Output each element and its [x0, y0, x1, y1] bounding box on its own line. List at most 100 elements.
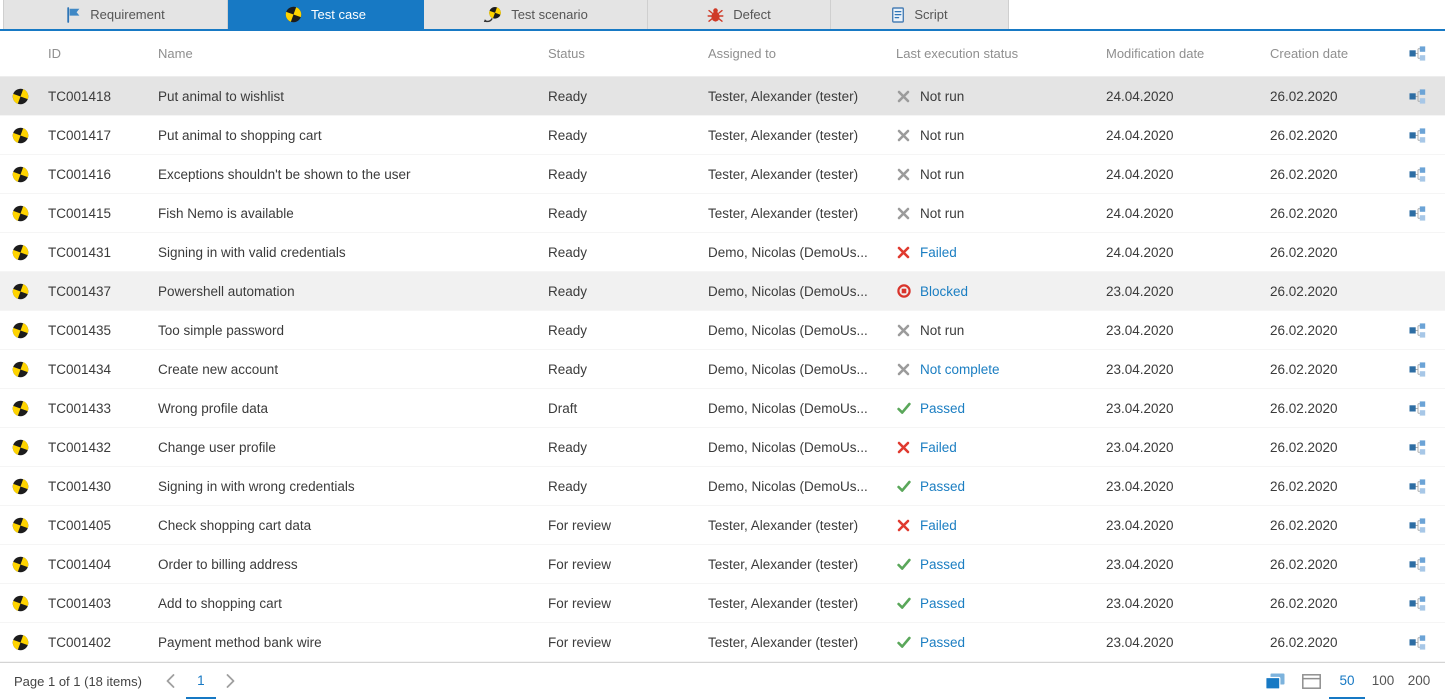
- cell-id: TC001416: [40, 167, 150, 182]
- table-row[interactable]: TC001431 Signing in with valid credentia…: [0, 233, 1445, 272]
- execution-status-icon: [896, 558, 911, 571]
- column-header-last-execution-status[interactable]: Last execution status: [888, 46, 1098, 61]
- current-page-button[interactable]: 1: [186, 663, 216, 699]
- coverage-hierarchy-icon[interactable]: [1409, 635, 1426, 650]
- table-row[interactable]: TC001402 Payment method bank wire For re…: [0, 623, 1445, 662]
- cell-id: TC001432: [40, 440, 150, 455]
- column-header-coverage[interactable]: [1395, 46, 1445, 61]
- column-header-status[interactable]: Status: [540, 46, 700, 61]
- cell-modification-date: 23.04.2020: [1098, 479, 1262, 494]
- next-page-button[interactable]: [216, 663, 246, 699]
- table-row[interactable]: TC001416 Exceptions shouldn't be shown t…: [0, 155, 1445, 194]
- execution-status-label[interactable]: Passed: [920, 479, 965, 494]
- cell-status: Ready: [540, 89, 700, 104]
- cell-name: Create new account: [150, 362, 540, 377]
- table-row[interactable]: TC001417 Put animal to shopping cart Rea…: [0, 116, 1445, 155]
- column-header-name[interactable]: Name: [150, 46, 540, 61]
- cell-name: Put animal to shopping cart: [150, 128, 540, 143]
- cell-creation-date: 26.02.2020: [1262, 440, 1395, 455]
- prev-page-button[interactable]: [156, 663, 186, 699]
- column-header-modification-date[interactable]: Modification date: [1098, 46, 1262, 61]
- execution-status-label[interactable]: Failed: [920, 245, 957, 260]
- coverage-hierarchy-icon[interactable]: [1409, 167, 1426, 182]
- cell-modification-date: 24.04.2020: [1098, 89, 1262, 104]
- table-row[interactable]: TC001437 Powershell automation Ready Dem…: [0, 272, 1445, 311]
- execution-status-label[interactable]: Passed: [920, 401, 965, 416]
- defect-icon: [707, 7, 724, 23]
- cell-assigned-to: Tester, Alexander (tester): [700, 596, 888, 611]
- execution-status-label: Not run: [920, 128, 964, 143]
- page-size-50[interactable]: 50: [1329, 663, 1365, 699]
- cell-status: For review: [540, 596, 700, 611]
- execution-status-label[interactable]: Passed: [920, 557, 965, 572]
- cell-last-execution-status: Passed: [888, 635, 1098, 650]
- tab-defect[interactable]: Defect: [648, 0, 831, 29]
- test-case-icon: [12, 88, 29, 105]
- table-row[interactable]: TC001403 Add to shopping cart For review…: [0, 584, 1445, 623]
- tab-test-case[interactable]: Test case: [228, 0, 424, 29]
- tab-test-scenario[interactable]: Test scenario: [424, 0, 648, 29]
- coverage-hierarchy-icon[interactable]: [1409, 479, 1426, 494]
- coverage-hierarchy-icon[interactable]: [1409, 518, 1426, 533]
- cell-last-execution-status: Blocked: [888, 284, 1098, 299]
- execution-status-label[interactable]: Blocked: [920, 284, 968, 299]
- pages-view-button[interactable]: [1257, 663, 1293, 699]
- execution-status-icon: [896, 168, 911, 181]
- table-body: TC001418 Put animal to wishlist Ready Te…: [0, 77, 1445, 662]
- cell-modification-date: 24.04.2020: [1098, 167, 1262, 182]
- coverage-hierarchy-icon[interactable]: [1409, 128, 1426, 143]
- cell-creation-date: 26.02.2020: [1262, 167, 1395, 182]
- column-header-creation-date[interactable]: Creation date: [1262, 46, 1395, 61]
- column-header-assigned-to[interactable]: Assigned to: [700, 46, 888, 61]
- tab-label: Defect: [733, 7, 771, 22]
- cell-creation-date: 26.02.2020: [1262, 128, 1395, 143]
- panel-icon: [1302, 674, 1321, 689]
- tab-requirement[interactable]: Requirement: [3, 0, 228, 29]
- coverage-hierarchy-icon[interactable]: [1409, 362, 1426, 377]
- execution-status-label[interactable]: Passed: [920, 596, 965, 611]
- test-case-icon: [12, 634, 29, 651]
- table-row[interactable]: TC001430 Signing in with wrong credentia…: [0, 467, 1445, 506]
- cell-creation-date: 26.02.2020: [1262, 362, 1395, 377]
- cell-assigned-to: Demo, Nicolas (DemoUs...: [700, 401, 888, 416]
- coverage-hierarchy-icon[interactable]: [1409, 557, 1426, 572]
- cell-creation-date: 26.02.2020: [1262, 89, 1395, 104]
- cell-id: TC001437: [40, 284, 150, 299]
- execution-status-label[interactable]: Failed: [920, 440, 957, 455]
- cell-assigned-to: Tester, Alexander (tester): [700, 206, 888, 221]
- cell-status: For review: [540, 557, 700, 572]
- page-size-100[interactable]: 100: [1365, 663, 1401, 699]
- cell-assigned-to: Tester, Alexander (tester): [700, 167, 888, 182]
- panel-view-button[interactable]: [1293, 663, 1329, 699]
- script-icon: [891, 7, 905, 23]
- coverage-hierarchy-icon[interactable]: [1409, 401, 1426, 416]
- table-row[interactable]: TC001405 Check shopping cart data For re…: [0, 506, 1445, 545]
- tab-script[interactable]: Script: [831, 0, 1009, 29]
- coverage-hierarchy-icon[interactable]: [1409, 89, 1426, 104]
- cell-status: Ready: [540, 440, 700, 455]
- table-row[interactable]: TC001418 Put animal to wishlist Ready Te…: [0, 77, 1445, 116]
- table-row[interactable]: TC001435 Too simple password Ready Demo,…: [0, 311, 1445, 350]
- coverage-hierarchy-icon[interactable]: [1409, 323, 1426, 338]
- coverage-hierarchy-icon[interactable]: [1409, 596, 1426, 611]
- cell-assigned-to: Demo, Nicolas (DemoUs...: [700, 245, 888, 260]
- coverage-hierarchy-icon[interactable]: [1409, 206, 1426, 221]
- coverage-hierarchy-icon[interactable]: [1409, 440, 1426, 455]
- test-case-icon: [12, 127, 29, 144]
- table-row[interactable]: TC001415 Fish Nemo is available Ready Te…: [0, 194, 1445, 233]
- page-size-200[interactable]: 200: [1401, 663, 1437, 699]
- execution-status-label[interactable]: Failed: [920, 518, 957, 533]
- table-row[interactable]: TC001432 Change user profile Ready Demo,…: [0, 428, 1445, 467]
- table-row[interactable]: TC001404 Order to billing address For re…: [0, 545, 1445, 584]
- execution-status-label: Not run: [920, 206, 964, 221]
- cell-name: Add to shopping cart: [150, 596, 540, 611]
- execution-status-label[interactable]: Passed: [920, 635, 965, 650]
- execution-status-label[interactable]: Not complete: [920, 362, 1000, 377]
- table-row[interactable]: TC001433 Wrong profile data Draft Demo, …: [0, 389, 1445, 428]
- cell-creation-date: 26.02.2020: [1262, 518, 1395, 533]
- cell-last-execution-status: Failed: [888, 440, 1098, 455]
- column-header-id[interactable]: ID: [40, 46, 150, 61]
- table-row[interactable]: TC001434 Create new account Ready Demo, …: [0, 350, 1445, 389]
- cell-id: TC001431: [40, 245, 150, 260]
- execution-status-icon: [896, 207, 911, 220]
